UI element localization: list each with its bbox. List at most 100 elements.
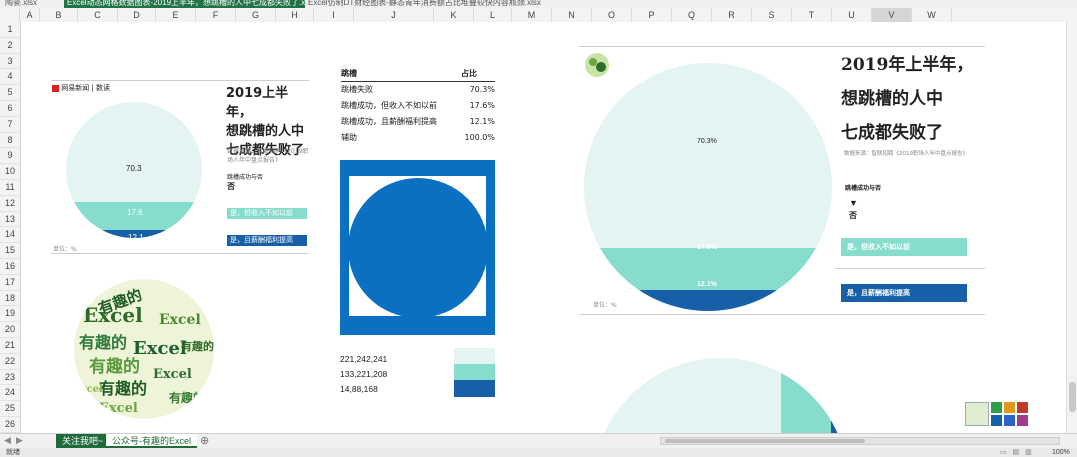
row-header-cell[interactable]: 18	[0, 291, 20, 307]
grid-tile-icon[interactable]	[991, 402, 1002, 413]
file-tab-3[interactable]: Excel仿制DT财经图表-静态青年消费额占比堆叠较快内容瓶颈.xlsx *	[305, 0, 541, 8]
right-chart-source: 数据来源：智联招聘《2019职场人年中盘点报告》	[844, 151, 968, 157]
chart-tile-icon[interactable]	[1017, 402, 1028, 413]
word-cloud-tile-icon[interactable]	[965, 402, 989, 426]
left-pie-segment-failed	[66, 102, 202, 202]
add-sheet-icon[interactable]: ⊕	[200, 434, 209, 448]
sheet-tab-official[interactable]: 公众号-有趣的Excel	[106, 434, 198, 448]
pen-tile-icon[interactable]	[1004, 402, 1015, 413]
column-header-cell[interactable]: H	[276, 8, 314, 22]
sheet-nav-next-icon[interactable]: ▶	[16, 435, 23, 446]
partial-pie-segment-pale	[593, 358, 781, 433]
left-chart[interactable]: 网易新闻 | 数读 70.3 17.6 12.1 2019上半年， 想跳槽的人中…	[51, 80, 309, 255]
row-header-cell[interactable]: 2	[0, 38, 20, 54]
row-header-cell[interactable]: 26	[0, 417, 20, 433]
row-header-cell[interactable]: 23	[0, 370, 20, 386]
row-header-cell[interactable]: 10	[0, 164, 20, 180]
word-cloud-word: 有趣的	[181, 339, 214, 353]
column-header-cell[interactable]: G	[236, 8, 276, 22]
row-header-cell[interactable]: 14	[0, 227, 20, 244]
select-all-corner[interactable]	[0, 8, 20, 22]
vertical-scrollbar[interactable]	[1066, 22, 1077, 433]
row-header-cell[interactable]: 25	[0, 401, 20, 417]
column-header-cell[interactable]: D	[118, 8, 156, 22]
row-header-cell[interactable]: 8	[0, 133, 20, 149]
right-chart-top-rule	[579, 46, 985, 47]
file-tab-2[interactable]: Excel动态网格数据图表-2019上半年，想跳槽的人中七成都失败了.xlsx	[64, 0, 305, 8]
left-pie-label-low: 17.6	[127, 208, 143, 217]
file-tab-1[interactable]: 陶瓷.xlsx	[2, 0, 68, 8]
right-chart[interactable]: 70.3% 17.6% 12.1% 2019年上半年， 想跳槽的人中 七成都失败…	[579, 46, 985, 316]
row-header-cell[interactable]: 19	[0, 306, 20, 323]
column-header-cell[interactable]: M	[512, 8, 552, 22]
status-bar: 就绪 ▭ ▤ ▥ 100%	[0, 448, 1077, 457]
partial-pie-segment-navy	[831, 358, 849, 433]
column-header-cell[interactable]: Q	[672, 8, 712, 22]
column-header-cell[interactable]: N	[552, 8, 592, 22]
left-chart-bottom-rule	[51, 253, 309, 254]
flower-tile-icon[interactable]	[1017, 415, 1028, 426]
column-header-cell[interactable]: B	[40, 8, 78, 22]
table-row[interactable]: 辅助 100.0%	[341, 130, 495, 146]
row-header-cell[interactable]: 6	[0, 101, 20, 117]
vertical-scrollbar-thumb[interactable]	[1069, 382, 1076, 412]
column-header-cell[interactable]: C	[78, 8, 118, 22]
row-header-cell[interactable]: 5	[0, 85, 20, 101]
column-header-cell[interactable]: O	[592, 8, 632, 22]
column-header-cell[interactable]: S	[752, 8, 792, 22]
column-header-cell[interactable]: J	[354, 8, 434, 22]
column-header-cell[interactable]: P	[632, 8, 672, 22]
horizontal-scrollbar[interactable]	[660, 437, 1060, 445]
row-header-cell[interactable]: 7	[0, 117, 20, 133]
column-header-cell[interactable]: R	[712, 8, 752, 22]
zoom-level[interactable]: 100%	[1052, 448, 1070, 457]
row-header-cell[interactable]: 4	[0, 69, 20, 86]
data-table-header-name: 跳槽	[341, 69, 357, 78]
cloud-tile-icon[interactable]	[1004, 415, 1015, 426]
data-table[interactable]: 跳槽 占比 跳槽失败 70.3% 跳槽成功，但收入不如以前 17.6% 跳槽成功，且…	[341, 68, 495, 146]
column-header-cell[interactable]: U	[832, 8, 872, 22]
horizontal-scrollbar-thumb[interactable]	[665, 439, 865, 443]
column-header-cell[interactable]: F	[196, 8, 236, 22]
row-header-cell[interactable]: 9	[0, 148, 20, 165]
column-header-cell[interactable]: W	[912, 8, 952, 22]
word-cloud-image[interactable]: Excel 有趣的 Excel 有趣的 Excel 有趣的 Excel 有趣的 …	[69, 274, 219, 424]
number-row-2: 133,221,208	[340, 369, 388, 379]
view-mode-icons[interactable]: ▭ ▤ ▥	[1000, 448, 1034, 457]
column-header-cell[interactable]: L	[474, 8, 512, 22]
worksheet-grid[interactable]: 网易新闻 | 数读 70.3 17.6 12.1 2019上半年， 想跳槽的人中…	[21, 22, 1077, 433]
row-header-cell[interactable]: 3	[0, 54, 20, 70]
icon-tile-group[interactable]	[965, 402, 1039, 426]
row-header-cell[interactable]: 21	[0, 338, 20, 354]
swatch-mint	[454, 364, 495, 380]
left-legend-yes-low: 是，但收入不如以前	[227, 208, 307, 219]
table-row[interactable]: 跳槽成功，但收入不如以前 17.6%	[341, 98, 495, 114]
column-header-cell[interactable]: K	[434, 8, 474, 22]
column-header-cell[interactable]: E	[156, 8, 196, 22]
table-row[interactable]: 跳槽成功，且薪酬福利提高 12.1%	[341, 114, 495, 130]
column-header-cell[interactable]: I	[314, 8, 354, 22]
table-row[interactable]: 跳槽失败 70.3%	[341, 82, 495, 98]
column-header-cell[interactable]: V	[872, 8, 912, 22]
moon-tile-icon[interactable]	[991, 415, 1002, 426]
blue-circle-shape[interactable]	[340, 160, 495, 335]
row-header-cell[interactable]: 17	[0, 275, 20, 291]
sheet-tab-follow[interactable]: 关注我吧~	[56, 434, 110, 448]
row-header-cell[interactable]: 24	[0, 385, 20, 402]
partial-pie-chart[interactable]	[581, 356, 861, 433]
row-header-cell[interactable]: 12	[0, 196, 20, 212]
row-header-cell[interactable]: 16	[0, 259, 20, 275]
row-header-cell[interactable]: 20	[0, 322, 20, 338]
row-header-cell[interactable]: 13	[0, 212, 20, 228]
row-header-cell[interactable]: 11	[0, 180, 20, 196]
column-header-cell[interactable]: T	[792, 8, 832, 22]
word-cloud-word: 有趣的	[89, 356, 140, 377]
sheet-nav-prev-icon[interactable]: ◀	[4, 435, 11, 446]
row-header-cell[interactable]: 1	[0, 22, 20, 38]
column-header-cell[interactable]: A	[20, 8, 40, 22]
right-pie-chart	[584, 63, 832, 311]
word-cloud-word: Excel	[73, 384, 103, 395]
row-header-cell[interactable]: 22	[0, 354, 20, 370]
row-header-cell[interactable]: 15	[0, 243, 20, 259]
right-pie-label-high: 12.1%	[697, 281, 717, 288]
